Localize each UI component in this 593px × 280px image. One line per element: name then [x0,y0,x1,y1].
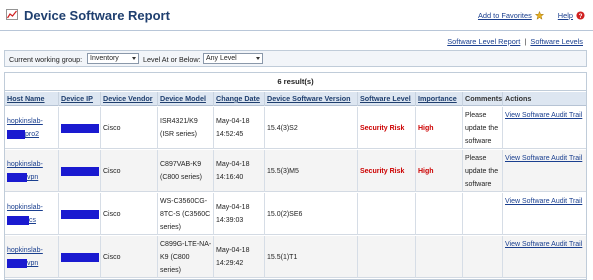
title-divider [0,30,593,31]
host-name-link[interactable]: hopkinslab-vpn [7,161,43,182]
software-levels-link[interactable]: Software Levels [530,37,583,46]
software-level-cell: Security Risk [358,150,416,192]
column-host-name[interactable]: Host Name [5,92,59,106]
view-audit-trail-link[interactable]: View Software Audit Trail [505,109,582,122]
star-icon[interactable] [534,11,544,20]
host-name-cell: hopkinslab-vpn [5,150,59,192]
table-row: hopkinslab-vpn Cisco C897VAB-K9 (C800 ser… [5,150,586,192]
link-separator: | [524,37,527,46]
title-bar: Device Software Report Add to Favorites … [0,0,593,30]
table-header: Host Name Device IP Device Vendor Device… [5,92,586,106]
column-device-vendor[interactable]: Device Vendor [101,92,158,106]
column-device-ip[interactable]: Device IP [59,92,101,106]
comments-cell [463,193,503,235]
importance-cell [416,236,463,278]
add-to-favorites-link[interactable]: Add to Favorites [478,11,532,20]
host-name-cell: hopkinslab-vpn [5,236,59,278]
results-table: 6 result(s) Host Name Device IP Device V… [4,72,587,280]
version-cell: 15.5(1)T1 [265,236,358,278]
actions-cell: View Software Audit Trail [503,150,586,192]
working-group-label: Current working group: [9,55,83,64]
change-date-cell: May-04-18 14:52:45 [214,107,265,149]
version-cell: 15.0(2)SE6 [265,193,358,235]
column-actions: Actions [505,94,532,103]
column-device-model[interactable]: Device Model [158,92,214,106]
vendor-cell: Cisco [101,236,158,278]
redacted-block [61,252,99,262]
comments-cell [463,236,503,278]
model-cell: ISR4321/K9 (ISR series) [158,107,214,149]
actions-cell: View Software Audit Trail [503,107,586,149]
column-importance[interactable]: Importance [416,92,463,106]
importance-cell: High [416,150,463,192]
importance-cell: High [416,107,463,149]
vendor-cell: Cisco [101,107,158,149]
change-date-cell: May-04-18 14:39:03 [214,193,265,235]
host-name-cell: hopkinslab-cs [5,193,59,235]
software-level-report-link[interactable]: Software Level Report [447,37,520,46]
column-change-date[interactable]: Change Date [214,92,265,106]
help-link[interactable]: Help [558,11,573,20]
chevron-down-icon [132,57,136,60]
host-name-cell: hopkinslab-pro2 [5,107,59,149]
question-icon[interactable]: ? [576,11,585,20]
result-count: 6 result(s) [5,73,586,91]
version-cell: 15.4(3)S2 [265,107,358,149]
change-date-cell: May-04-18 14:16:40 [214,150,265,192]
device-ip-cell [59,150,101,192]
level-select[interactable]: Any Level [203,53,263,64]
level-label: Level At or Below: [143,55,201,64]
page-title: Device Software Report [24,8,170,23]
model-cell: C897VAB-K9 (C800 series) [158,150,214,192]
working-group-value: Inventory [90,55,119,62]
column-software-level[interactable]: Software Level [358,92,416,106]
model-cell: C899G-LTE-NA- K9 (C800 series) [158,236,214,278]
comments-cell: Please update the software [463,150,503,192]
vendor-cell: Cisco [101,150,158,192]
device-ip-cell [59,236,101,278]
device-ip-cell [59,193,101,235]
redacted-block [61,209,99,219]
top-links: Add to Favorites Help ? [478,11,585,20]
view-audit-trail-link[interactable]: View Software Audit Trail [505,238,582,251]
column-software-version[interactable]: Device Software Version [265,92,358,106]
column-comments: Comments [463,92,503,106]
table-row: hopkinslab-pro2 Cisco ISR4321/K9 (ISR ser… [5,107,586,149]
host-name-link[interactable]: hopkinslab-vpn [7,247,43,268]
svg-text:?: ? [579,13,583,20]
view-audit-trail-link[interactable]: View Software Audit Trail [505,195,582,208]
host-name-link[interactable]: hopkinslab-cs [7,204,43,225]
filter-bar: Current working group: Inventory Level A… [4,50,587,67]
software-level-cell: Security Risk [358,107,416,149]
redacted-block [61,166,99,176]
device-ip-cell [59,107,101,149]
redacted-block [61,123,99,133]
working-group-select[interactable]: Inventory [87,53,139,64]
software-level-cell [358,236,416,278]
table-row: hopkinslab-cs Cisco WS-C3560CG- 8TC-S (C3… [5,193,586,235]
comments-cell: Please update the software [463,107,503,149]
status-badge: Security Risk [360,124,405,132]
change-date-cell: May-04-18 14:29:42 [214,236,265,278]
host-name-link[interactable]: hopkinslab-pro2 [7,118,43,139]
actions-cell: View Software Audit Trail [503,193,586,235]
chart-report-icon [6,9,18,20]
redacted-block [7,172,27,182]
level-value: Any Level [206,55,237,62]
vendor-cell: Cisco [101,193,158,235]
redacted-block [7,258,27,268]
software-level-cell [358,193,416,235]
actions-cell: View Software Audit Trail [503,236,586,278]
chevron-down-icon [256,57,260,60]
view-audit-trail-link[interactable]: View Software Audit Trail [505,152,582,165]
model-cell: WS-C3560CG- 8TC-S (C3560C series) [158,193,214,235]
version-cell: 15.5(3)M5 [265,150,358,192]
redacted-block [7,215,29,225]
status-badge: Security Risk [360,167,405,175]
importance-cell [416,193,463,235]
table-row: hopkinslab-vpn Cisco C899G-LTE-NA- K9 (C8… [5,236,586,278]
report-links: Software Level Report | Software Levels [445,37,585,46]
redacted-block [7,129,25,139]
